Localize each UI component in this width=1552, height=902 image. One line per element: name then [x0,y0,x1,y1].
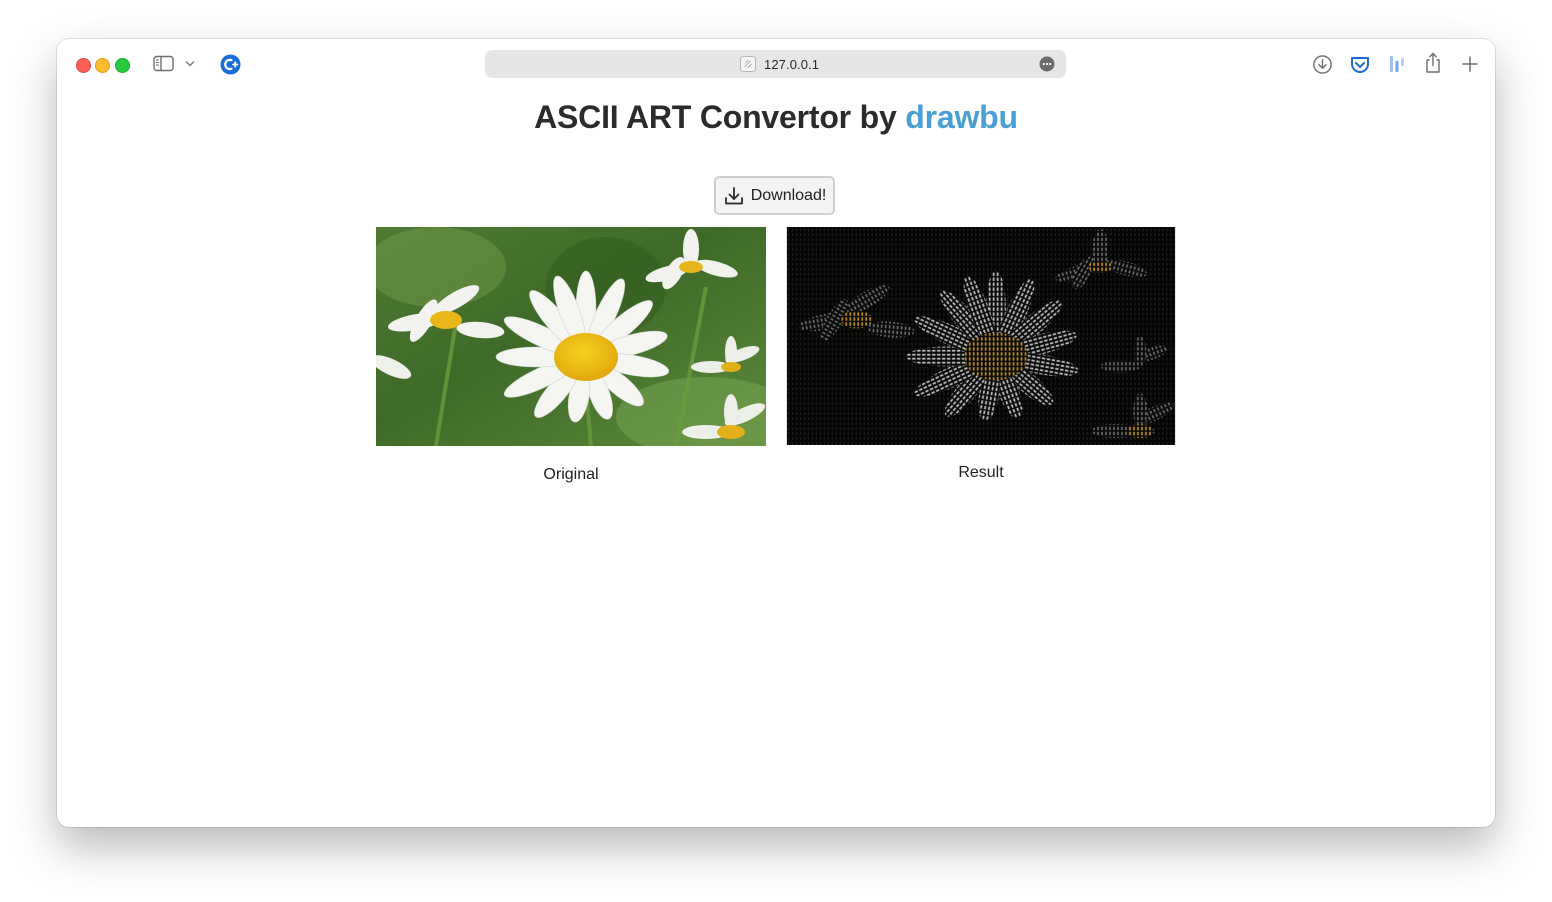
original-caption: Original [543,466,599,483]
ellipsis-icon[interactable] [1039,56,1055,72]
url-text[interactable]: 127.0.0.1 [764,57,819,72]
maximize-window-button[interactable] [115,58,130,73]
chevron-down-icon[interactable] [183,57,197,71]
sidebar-icon[interactable] [153,55,175,73]
result-caption: Result [958,464,1004,481]
browser-toolbar: 127.0.0.1 [57,39,1495,91]
page-icon [739,55,757,73]
plus-icon[interactable] [1460,54,1480,74]
share-icon[interactable] [1423,51,1443,75]
browser-window: 127.0.0.1 ASCII ART Convertor by drawbu … [57,39,1495,827]
title-prefix: ASCII ART Convertor by [534,99,906,135]
minimize-window-button[interactable] [95,58,110,73]
original-image-panel: Original [376,227,766,484]
result-image-panel: Result [786,227,1176,482]
download-button-label: Download! [750,186,827,204]
download-icon [724,186,743,204]
bars-extension-icon[interactable] [1388,54,1406,74]
page-content: ASCII ART Convertor by drawbu Download! [57,91,1495,827]
brand-link[interactable]: drawbu [905,99,1018,135]
address-bar[interactable]: 127.0.0.1 [485,50,1066,78]
c-plus-extension-icon[interactable] [220,54,241,75]
original-daisy-image [376,227,766,446]
page-title: ASCII ART Convertor by drawbu [57,99,1495,136]
download-button[interactable]: Download! [714,176,835,215]
close-window-button[interactable] [76,58,91,73]
pocket-icon[interactable] [1349,54,1371,76]
download-circle-icon[interactable] [1312,54,1333,75]
ascii-result-image [786,227,1176,445]
